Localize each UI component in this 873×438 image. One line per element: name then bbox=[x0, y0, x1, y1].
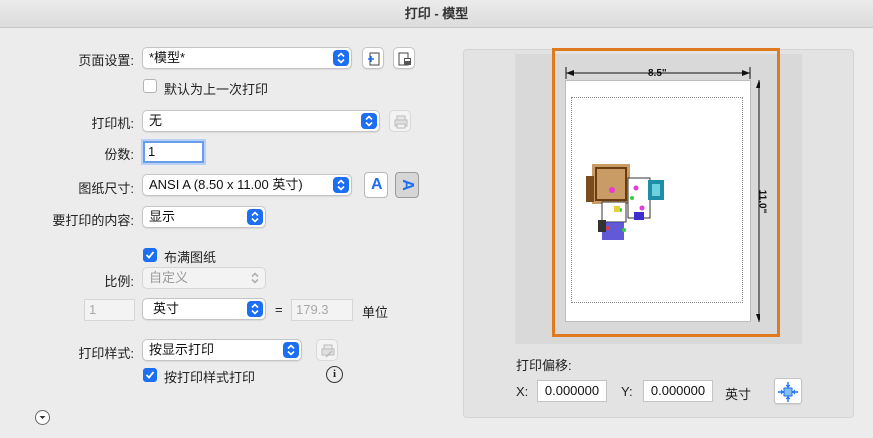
printer-icon bbox=[394, 115, 408, 129]
expand-options-button[interactable] bbox=[35, 410, 50, 425]
offset-unit-label: 英寸 bbox=[725, 387, 752, 402]
printer-value: 无 bbox=[149, 113, 163, 128]
chevron-updown-icon bbox=[247, 270, 263, 286]
what-to-print-label: 要打印的内容: bbox=[52, 213, 134, 228]
portrait-icon: A bbox=[371, 176, 383, 193]
chevron-updown-icon bbox=[361, 113, 377, 129]
scale-unit-value: 英寸 bbox=[153, 301, 180, 316]
equals-sign: = bbox=[275, 302, 283, 317]
default-last-print-checkbox[interactable] bbox=[143, 79, 157, 93]
copies-label: 份数: bbox=[104, 147, 134, 162]
paper-size-label: 图纸尺寸: bbox=[78, 181, 134, 196]
plot-style-label: 打印样式: bbox=[78, 346, 134, 361]
plot-with-styles-label: 按打印样式打印 bbox=[164, 370, 256, 385]
copies-input[interactable]: 1 bbox=[143, 141, 204, 163]
plot-style-select[interactable]: 按显示打印 bbox=[142, 339, 302, 361]
what-to-print-value: 显示 bbox=[149, 209, 176, 224]
plot-style-edit-button[interactable] bbox=[316, 339, 338, 361]
info-icon[interactable]: i bbox=[326, 366, 343, 383]
chevron-updown-icon bbox=[333, 177, 349, 193]
offset-y-input[interactable]: 0.000000 bbox=[643, 380, 713, 402]
window-title: 打印 - 模型 bbox=[0, 0, 873, 28]
fit-to-paper-checkbox[interactable] bbox=[143, 248, 157, 262]
scale-units-label: 单位 bbox=[362, 305, 389, 320]
scale-left-input[interactable]: 1 bbox=[84, 299, 135, 321]
scale-right-input[interactable]: 179.3 bbox=[291, 299, 353, 321]
offset-x-input[interactable]: 0.000000 bbox=[537, 380, 607, 402]
plot-style-value: 按显示打印 bbox=[149, 342, 215, 357]
printer-edit-icon bbox=[321, 344, 335, 358]
scale-value: 自定义 bbox=[149, 270, 189, 285]
chevron-down-icon bbox=[39, 416, 46, 419]
center-plot-button[interactable] bbox=[774, 378, 802, 404]
plot-with-styles-checkbox[interactable] bbox=[143, 368, 157, 382]
paper-size-value: ANSI A (8.50 x 11.00 英寸) bbox=[149, 177, 303, 192]
offset-title: 打印偏移: bbox=[516, 358, 572, 373]
chevron-updown-icon bbox=[333, 50, 349, 66]
center-crosshair-icon bbox=[778, 382, 798, 402]
chevron-updown-icon bbox=[247, 301, 263, 317]
chevron-updown-icon bbox=[283, 342, 299, 358]
landscape-icon: A bbox=[398, 179, 416, 191]
import-page-icon bbox=[398, 52, 411, 66]
landscape-button[interactable]: A bbox=[395, 172, 419, 198]
page-setup-label: 页面设置: bbox=[78, 53, 134, 68]
scale-unit-select[interactable]: 英寸 bbox=[142, 298, 266, 320]
default-last-print-label: 默认为上一次打印 bbox=[164, 82, 269, 97]
chevron-updown-icon bbox=[247, 209, 263, 225]
scale-label: 比例: bbox=[104, 274, 134, 289]
preview-highlight bbox=[552, 48, 780, 337]
scale-select[interactable]: 自定义 bbox=[142, 267, 266, 289]
import-page-setup-button[interactable] bbox=[393, 47, 415, 69]
offset-y-label: Y: bbox=[621, 384, 633, 399]
page-setup-value: *模型* bbox=[149, 50, 186, 65]
paper-size-select[interactable]: ANSI A (8.50 x 11.00 英寸) bbox=[142, 174, 352, 196]
portrait-button[interactable]: A bbox=[364, 172, 388, 198]
printer-label: 打印机: bbox=[91, 116, 134, 131]
page-setup-select[interactable]: *模型* bbox=[142, 47, 352, 69]
fit-to-paper-label: 布满图纸 bbox=[164, 250, 217, 265]
add-page-setup-button[interactable] bbox=[362, 47, 384, 69]
add-page-icon bbox=[368, 52, 380, 66]
printer-select[interactable]: 无 bbox=[142, 110, 380, 132]
printer-properties-button[interactable] bbox=[389, 110, 411, 132]
offset-x-label: X: bbox=[516, 384, 529, 399]
what-to-print-select[interactable]: 显示 bbox=[142, 206, 266, 228]
